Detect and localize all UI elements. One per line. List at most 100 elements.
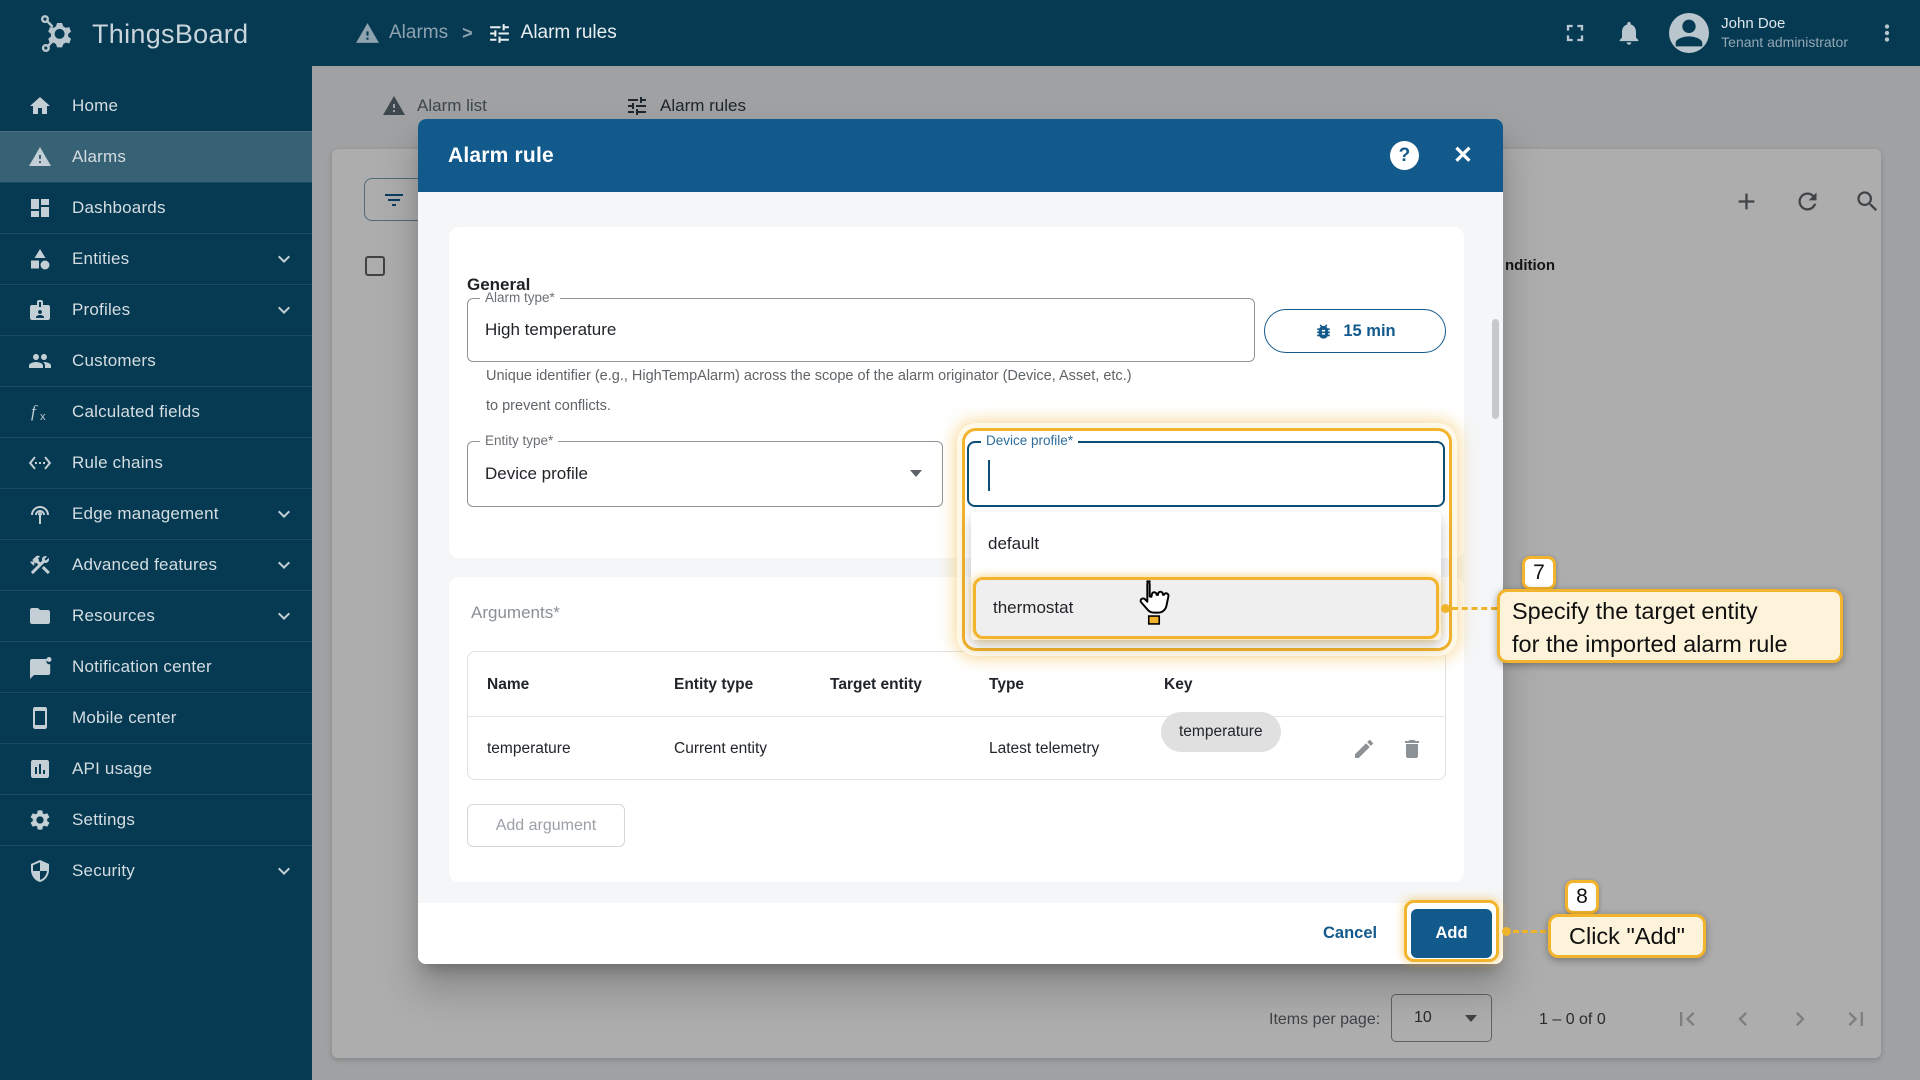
svg-text:x: x bbox=[40, 411, 46, 423]
sidebar-item-home[interactable]: Home bbox=[0, 80, 312, 131]
cancel-button[interactable]: Cancel bbox=[1323, 903, 1377, 964]
avatar bbox=[1669, 13, 1710, 53]
alarm-type-hint-line2: to prevent conflicts. bbox=[486, 398, 611, 414]
chevron-down-icon bbox=[910, 470, 922, 477]
annotation-dot-8 bbox=[1502, 927, 1511, 936]
alarm-rule-dialog: Alarm rule ? ✕ General Alarm type* High … bbox=[418, 119, 1503, 964]
sidebar-item-resources[interactable]: Resources bbox=[0, 590, 312, 641]
sidebar-item-label: Resources bbox=[72, 605, 156, 625]
sidebar-item-label: Mobile center bbox=[72, 707, 177, 727]
sidebar-item-mobile-center[interactable]: Mobile center bbox=[0, 692, 312, 743]
logo: ThingsBoard bbox=[38, 13, 248, 55]
annotation-step-number-7: 7 bbox=[1522, 556, 1556, 590]
chevron-down-icon bbox=[272, 553, 296, 577]
dialog-header: Alarm rule ? ✕ bbox=[418, 119, 1503, 192]
dropdown-option-default[interactable]: default bbox=[971, 512, 1441, 576]
close-icon[interactable]: ✕ bbox=[1453, 143, 1473, 168]
notification-chat-icon bbox=[28, 655, 52, 679]
chevron-down-icon bbox=[272, 298, 296, 322]
sidebar-item-label: Dashboards bbox=[72, 197, 166, 217]
appbar-actions: John Doe Tenant administrator bbox=[1561, 0, 1900, 66]
sidebar-item-entities[interactable]: Entities bbox=[0, 233, 312, 284]
sidebar-item-profiles[interactable]: Profiles bbox=[0, 284, 312, 335]
column-header-key: Key bbox=[1164, 676, 1193, 693]
sidebar-item-calculated-fields[interactable]: f x Calculated fields bbox=[0, 386, 312, 437]
chart-icon bbox=[28, 757, 52, 781]
more-vert-icon[interactable] bbox=[1874, 20, 1900, 46]
delete-icon[interactable] bbox=[1400, 737, 1424, 761]
breadcrumb-alarms[interactable]: Alarms bbox=[355, 21, 448, 46]
sidebar-item-label: Rule chains bbox=[72, 452, 164, 472]
sidebar-item-dashboards[interactable]: Dashboards bbox=[0, 182, 312, 233]
dialog-scrollbar[interactable] bbox=[1492, 319, 1499, 419]
dialog-title: Alarm rule bbox=[448, 143, 554, 167]
badge-icon bbox=[28, 298, 52, 322]
sidebar-item-label: Notification center bbox=[72, 656, 212, 676]
hand-cursor bbox=[1133, 578, 1175, 626]
annotation-connector-7 bbox=[1452, 607, 1497, 610]
dashboard-icon bbox=[28, 196, 52, 220]
column-header-target-entity: Target entity bbox=[830, 676, 922, 693]
device-profile-label: Device profile* bbox=[981, 433, 1079, 448]
people-icon bbox=[28, 349, 52, 373]
sidebar-item-settings[interactable]: Settings bbox=[0, 794, 312, 845]
sidebar-item-label: API usage bbox=[72, 758, 153, 778]
column-header-type: Type bbox=[989, 676, 1025, 693]
add-argument-button[interactable]: Add argument bbox=[467, 804, 625, 847]
svg-text:f: f bbox=[31, 402, 38, 421]
sidebar-item-label: Advanced features bbox=[72, 554, 218, 574]
chevron-down-icon bbox=[272, 604, 296, 628]
device-profile-dropdown: default thermostat bbox=[971, 512, 1441, 640]
fullscreen-icon[interactable] bbox=[1561, 19, 1589, 47]
sidebar: Home Alarms Dashboards Entities Profiles Cust… bbox=[0, 66, 312, 1080]
chevron-down-icon bbox=[272, 502, 296, 526]
shapes-icon bbox=[28, 247, 52, 271]
breadcrumb-alarm-rules[interactable]: Alarm rules bbox=[487, 21, 617, 46]
fx-icon: fx bbox=[28, 400, 52, 424]
table-divider bbox=[468, 716, 1445, 717]
gear-icon bbox=[28, 808, 52, 832]
chevron-down-icon bbox=[272, 247, 296, 271]
sidebar-item-label: Profiles bbox=[72, 299, 131, 319]
app-header: ThingsBoard Alarms > Alarm rules John Do… bbox=[0, 0, 1920, 66]
sidebar-item-label: Security bbox=[72, 860, 136, 880]
ethernet-icon bbox=[28, 451, 52, 475]
smartphone-icon bbox=[28, 706, 52, 730]
notifications-bell-icon[interactable] bbox=[1615, 19, 1643, 47]
device-profile-input[interactable]: Device profile* bbox=[967, 433, 1445, 507]
column-header-name: Name bbox=[487, 676, 530, 693]
edit-icon[interactable] bbox=[1352, 737, 1376, 761]
annotation-highlight-add-button bbox=[1404, 900, 1499, 962]
sidebar-item-customers[interactable]: Customers bbox=[0, 335, 312, 386]
shield-icon bbox=[28, 859, 52, 883]
alarm-type-input[interactable]: Alarm type* High temperature bbox=[467, 290, 1255, 362]
arguments-heading: Arguments* bbox=[471, 603, 560, 622]
user-role: Tenant administrator bbox=[1721, 33, 1848, 50]
sidebar-item-advanced-features[interactable]: Advanced features bbox=[0, 539, 312, 590]
bug-icon bbox=[1314, 322, 1333, 341]
sidebar-item-alarms[interactable]: Alarms bbox=[0, 131, 312, 182]
key-chip: temperature bbox=[1161, 712, 1281, 752]
sidebar-item-api-usage[interactable]: API usage bbox=[0, 743, 312, 794]
sidebar-item-notification-center[interactable]: Notification center bbox=[0, 641, 312, 692]
sidebar-item-label: Home bbox=[72, 95, 119, 115]
sidebar-item-label: Entities bbox=[72, 248, 130, 268]
sidebar-item-label: Settings bbox=[72, 809, 136, 829]
sidebar-item-label: Customers bbox=[72, 350, 156, 370]
chevron-down-icon bbox=[272, 859, 296, 883]
sidebar-item-security[interactable]: Security bbox=[0, 845, 312, 896]
sidebar-item-label: Edge management bbox=[72, 503, 219, 523]
sidebar-item-label: Calculated fields bbox=[72, 401, 201, 421]
warning-icon bbox=[355, 21, 380, 46]
warning-icon bbox=[28, 145, 52, 169]
help-icon[interactable]: ? bbox=[1389, 141, 1419, 170]
sidebar-item-edge-management[interactable]: Edge management bbox=[0, 488, 312, 539]
annotation-step-number-8: 8 bbox=[1565, 880, 1599, 914]
annotation-connector-8 bbox=[1513, 930, 1546, 933]
entity-type-select[interactable]: Entity type* Device profile bbox=[467, 433, 943, 507]
schedule-duration-chip[interactable]: 15 min bbox=[1264, 309, 1446, 353]
user-menu[interactable]: John Doe Tenant administrator bbox=[1669, 13, 1848, 53]
dropdown-option-thermostat[interactable]: thermostat bbox=[973, 577, 1439, 639]
sidebar-item-rule-chains[interactable]: Rule chains bbox=[0, 437, 312, 488]
thingsboard-logo-icon bbox=[38, 13, 80, 55]
